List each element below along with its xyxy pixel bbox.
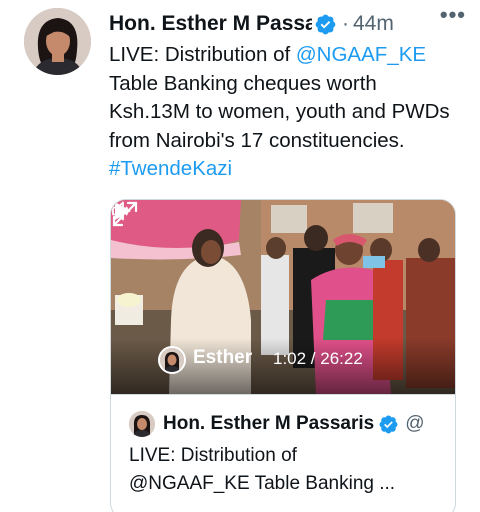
tweet-text: LIVE: Distribution of @NGAAF_KE Table Ba…	[109, 41, 471, 184]
quoted-tweet-text: LIVE: Distribution of @NGAAF_KE Table Ba…	[129, 442, 395, 498]
quoted-tweet-header: Hon. Esther M Passaris @	[129, 411, 425, 437]
quoted-text-line: @NGAAF_KE Table Banking ...	[129, 473, 396, 494]
channel-avatar	[158, 346, 186, 374]
tweet-text-line: Table Banking cheques worth	[109, 71, 377, 95]
separator: ·	[342, 12, 349, 35]
quoted-author-handle: @	[405, 413, 425, 434]
author-name[interactable]: Hon. Esther M Passaris	[109, 12, 312, 36]
tweet-text-line: Ksh.13M to women, youth and PWDs	[109, 100, 450, 123]
quoted-media-card[interactable]: Esther 1:02 / 26:22 Hon. Esther M Passar…	[110, 199, 456, 512]
quoted-tweet[interactable]: Hon. Esther M Passaris @ LIVE: Distribut…	[111, 394, 455, 512]
fullscreen-icon[interactable]	[111, 200, 139, 228]
video-player[interactable]: Esther 1:02 / 26:22	[111, 200, 455, 394]
mention-link[interactable]: @NGAAF_KE	[296, 43, 426, 66]
author-avatar[interactable]	[24, 8, 91, 75]
tweet-text-line: from Nairobi's 17 constituencies.	[109, 128, 405, 152]
video-timecode: 1:02 / 26:22	[273, 349, 363, 368]
more-icon[interactable]: •••	[440, 2, 466, 28]
quoted-author-avatar	[129, 411, 155, 437]
timestamp[interactable]: 44m	[353, 12, 394, 36]
hashtag-link[interactable]: #TwendeKazi	[109, 155, 471, 184]
tweet-header: Hon. Esther M Passaris · 44m	[109, 10, 470, 38]
quoted-author-name: Hon. Esther M Passaris	[163, 413, 375, 434]
quoted-text-line: LIVE: Distribution of	[129, 445, 297, 466]
tweet-text-prefix: LIVE: Distribution of	[109, 43, 296, 66]
channel-name: Esther	[193, 347, 253, 368]
verified-badge-icon	[379, 415, 398, 433]
verified-badge-icon	[315, 14, 336, 34]
